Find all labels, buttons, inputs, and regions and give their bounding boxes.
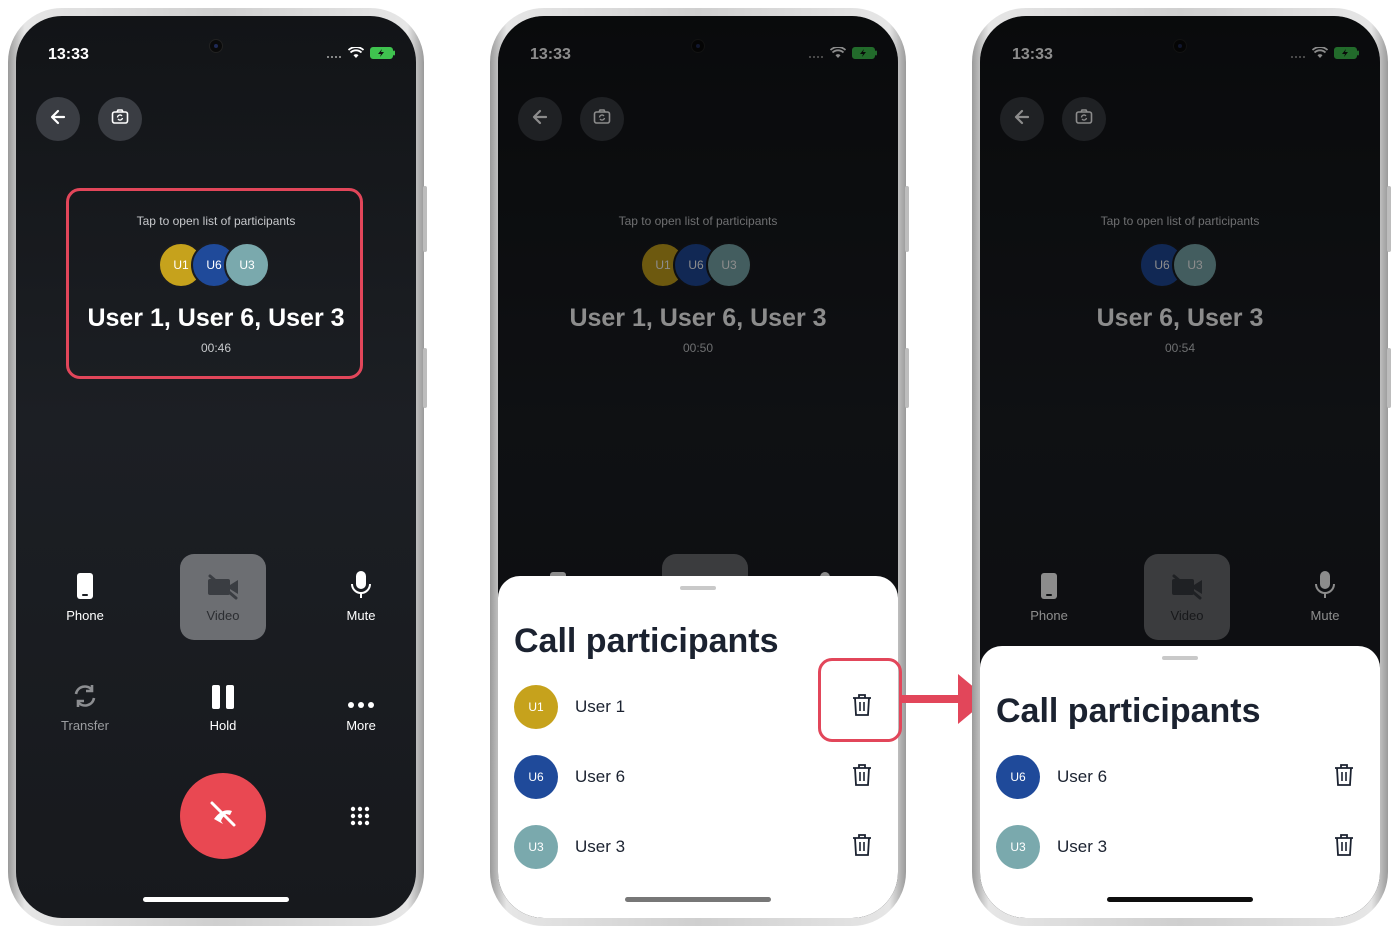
more-dots-icon: [318, 674, 404, 710]
dialpad-icon: [350, 806, 370, 830]
volume-button: [1387, 186, 1391, 252]
pause-icon: [180, 674, 266, 710]
participant-row: U3 User 3: [514, 822, 882, 872]
remove-participant-button[interactable]: [842, 827, 882, 867]
home-indicator: [143, 897, 289, 902]
sheet-grabber[interactable]: [680, 586, 716, 590]
phone-frame-2: 13:33 Tap to open list of participants U…: [490, 8, 909, 926]
call-screen-3: 13:33 Tap to open list of participants U…: [980, 16, 1380, 918]
volume-button: [423, 186, 427, 252]
battery-icon: [370, 46, 396, 64]
phone-frame-1: 13:33 Tap to open list of participants U…: [8, 8, 427, 926]
call-screen-1: 13:33 Tap to open list of participants U…: [16, 16, 416, 918]
keypad-button[interactable]: [350, 806, 370, 831]
avatar: U1: [514, 685, 558, 729]
participant-row: U6 User 6: [514, 752, 882, 802]
avatar: U3: [514, 825, 558, 869]
participant-row: U3 User 3: [996, 822, 1364, 872]
arrow-left-icon: [48, 107, 68, 132]
hang-up-icon: [206, 797, 240, 836]
power-button: [905, 348, 909, 408]
mute-label: Mute: [346, 608, 376, 623]
participants-sheet: Call participants U1 User 1 U6 User 6 U3…: [498, 576, 898, 918]
participant-name: User 6: [575, 767, 626, 786]
mute-button[interactable]: Mute: [318, 564, 404, 623]
camera-switch-icon: [110, 107, 130, 132]
highlight-participants-area: [66, 188, 363, 379]
remove-participant-button[interactable]: [842, 757, 882, 797]
sheet-title: Call participants: [514, 622, 779, 660]
highlight-remove-button: [818, 658, 902, 742]
trash-icon: [1333, 833, 1355, 862]
wifi-icon: [347, 46, 365, 64]
front-camera: [210, 40, 222, 52]
switch-camera-button[interactable]: [98, 97, 142, 141]
status-icons: [326, 46, 396, 64]
remove-participant-button[interactable]: [1324, 827, 1364, 867]
avatar: U3: [996, 825, 1040, 869]
participant-row: U6 User 6: [996, 752, 1364, 802]
sheet-title: Call participants: [996, 692, 1261, 730]
home-indicator: [625, 897, 771, 902]
participant-name: User 3: [575, 837, 626, 856]
power-button: [1387, 348, 1391, 408]
hold-button[interactable]: Hold: [180, 674, 266, 733]
back-button[interactable]: [36, 97, 80, 141]
volume-button: [905, 186, 909, 252]
phone-label: Phone: [66, 608, 104, 623]
participant-name: User 6: [1057, 767, 1108, 786]
participant-name: User 1: [575, 697, 626, 716]
hold-label: Hold: [209, 718, 237, 733]
remove-participant-button[interactable]: [1324, 757, 1364, 797]
status-time: 13:33: [48, 46, 89, 63]
phone-frame-3: 13:33 Tap to open list of participants U…: [972, 8, 1391, 926]
video-button[interactable]: Video: [180, 564, 266, 623]
call-screen-2: 13:33 Tap to open list of participants U…: [498, 16, 898, 918]
more-button[interactable]: More: [318, 674, 404, 733]
trash-icon: [851, 763, 873, 792]
sheet-grabber[interactable]: [1162, 656, 1198, 660]
more-label: More: [346, 718, 376, 733]
trash-icon: [851, 833, 873, 862]
video-label: Video: [206, 608, 240, 623]
transfer-button[interactable]: Transfer: [42, 674, 128, 733]
participants-sheet: Call participants U6 User 6 U3 User 3: [980, 646, 1380, 918]
transfer-icon: [42, 674, 128, 710]
end-call-button[interactable]: [180, 773, 266, 859]
home-indicator: [1107, 897, 1253, 902]
transfer-label: Transfer: [61, 718, 109, 733]
participant-name: User 3: [1057, 837, 1108, 856]
microphone-icon: [318, 564, 404, 600]
trash-icon: [1333, 763, 1355, 792]
video-off-icon: [180, 564, 266, 600]
avatar: U6: [996, 755, 1040, 799]
avatar: U6: [514, 755, 558, 799]
power-button: [423, 348, 427, 408]
phone-button[interactable]: Phone: [42, 564, 128, 623]
signal-icon: [326, 46, 342, 64]
smartphone-icon: [42, 564, 128, 600]
